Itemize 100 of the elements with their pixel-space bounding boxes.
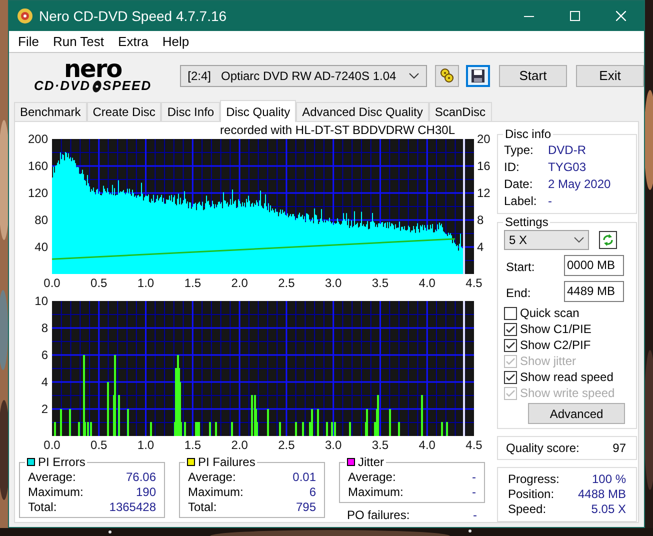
maximize-icon <box>570 11 580 21</box>
axis-tick-label: 3.5 <box>372 276 389 290</box>
group-title: Jitter <box>358 456 384 468</box>
stat-label: PO failures: <box>347 508 410 522</box>
window-title: Nero CD-DVD Speed 4.7.7.16 <box>39 6 227 26</box>
axis-tick-label: 4.0 <box>418 438 436 452</box>
axis-tick-label: 8 <box>477 213 484 227</box>
stat-value: 6 <box>309 485 316 500</box>
stat-value: 1365428 <box>109 500 156 515</box>
axis-tick-label: 4 <box>41 375 48 389</box>
axis-tick-label: 0.5 <box>90 438 108 452</box>
checkbox[interactable]: Quick scan <box>504 305 630 321</box>
start-button[interactable]: Start <box>499 65 567 87</box>
discs-button[interactable] <box>435 65 460 87</box>
stat-label: Maximum: <box>348 485 404 500</box>
tab[interactable]: Disc Quality <box>220 100 296 122</box>
axis-tick-label: 3.5 <box>372 438 389 452</box>
checkbox[interactable]: Show read speed <box>504 369 630 385</box>
axis-tick-label: 40 <box>34 240 48 254</box>
logo-wordmark: nero <box>64 59 122 79</box>
group-title: PI Errors <box>38 456 86 468</box>
axis-tick-label: 1.5 <box>184 276 201 290</box>
field-value: - <box>548 193 552 210</box>
axis-tick-label: 4 <box>477 240 484 254</box>
stat-label: Average: <box>188 470 236 485</box>
progress-value: 100 % <box>592 472 626 487</box>
field-label: End: <box>506 285 532 302</box>
axis-tick-label: 6 <box>41 348 48 362</box>
save-icon <box>471 69 486 83</box>
axis-tick-label: 16 <box>477 159 490 173</box>
axis-tick-label: 12 <box>477 186 490 200</box>
tab[interactable]: Disc Info <box>161 102 220 121</box>
stat-label: Average: <box>28 470 76 485</box>
axis-tick-label: 0.0 <box>44 438 60 452</box>
chevron-down-icon <box>409 73 420 79</box>
stat-value: 190 <box>136 485 156 500</box>
field-label: Type: <box>504 142 534 159</box>
checkbox[interactable]: Show C2/PIF <box>504 337 630 353</box>
axis-tick-label: 2.0 <box>231 438 248 452</box>
field-label: ID: <box>504 159 520 176</box>
quality-value: 97 <box>612 440 626 457</box>
field-value: DVD-R <box>548 142 586 159</box>
axis-tick-label: 0.0 <box>44 276 60 290</box>
save-button[interactable] <box>466 65 490 87</box>
tab[interactable]: Advanced Disc Quality <box>296 102 429 121</box>
chart-caption: recorded with HL-DT-ST BDDVDRW CH30L <box>220 124 455 136</box>
stat-label: Average: <box>348 470 396 485</box>
close-icon <box>616 11 626 21</box>
start-field[interactable]: 0000 MB <box>564 254 624 276</box>
field-value: 2 May 2020 <box>548 176 611 193</box>
group-title: Disc info <box>503 128 554 140</box>
disc-icon <box>17 8 33 24</box>
stat-label: Total: <box>28 500 57 515</box>
field-label: Start: <box>506 259 536 276</box>
stat-label: Total: <box>188 500 217 515</box>
speed-dropdown[interactable]: 5 X <box>504 230 589 250</box>
axis-tick-label: 200 <box>28 134 48 146</box>
exit-button[interactable]: Exit <box>576 65 644 87</box>
stat-value: - <box>472 485 476 500</box>
field-value: TYG03 <box>548 159 586 176</box>
progress-value: 4488 MB <box>578 487 626 502</box>
advanced-button[interactable]: Advanced <box>528 403 625 424</box>
discs-icon <box>439 68 456 84</box>
axis-tick-label: 160 <box>28 159 48 173</box>
axis-tick-label: 2.0 <box>231 276 248 290</box>
progress-label: Progress: <box>508 472 560 487</box>
axis-tick-label: 20 <box>477 134 490 146</box>
axis-tick-label: 3.0 <box>325 438 342 452</box>
chevron-down-icon <box>574 237 584 243</box>
axis-tick-label: 1.0 <box>137 276 154 290</box>
refresh-button[interactable] <box>599 231 617 249</box>
logo-text: SPEED <box>102 79 152 93</box>
end-field[interactable]: 4489 MB <box>564 280 624 302</box>
menu-item[interactable]: Extra <box>111 32 156 52</box>
tab[interactable]: ScanDisc <box>428 102 492 121</box>
axis-tick-label: 3.0 <box>325 276 342 290</box>
field-label: Label: <box>504 193 538 210</box>
stat-label: Maximum: <box>188 485 244 500</box>
axis-tick-label: 120 <box>28 186 48 200</box>
axis-tick-label: 0.5 <box>90 276 108 290</box>
axis-tick-label: 4.0 <box>418 276 436 290</box>
stat-value: 795 <box>296 500 316 515</box>
logo-text: CD·DVD <box>34 79 91 93</box>
menu-item[interactable]: Help <box>155 32 196 52</box>
axis-tick-label: 1.5 <box>184 438 201 452</box>
checkbox[interactable]: Show C1/PIE <box>504 321 630 337</box>
axis-tick-label: 2 <box>41 402 48 416</box>
menu-item[interactable]: Run Test <box>46 32 112 52</box>
tab[interactable]: Create Disc <box>86 102 162 121</box>
progress-label: Speed: <box>508 502 546 517</box>
drive-dropdown[interactable]: [2:4] Optiarc DVD RW AD-7240S 1.04 <box>180 65 428 87</box>
stat-value: - <box>473 508 477 522</box>
tab[interactable]: Benchmark <box>14 102 87 121</box>
axis-tick-label: 2.5 <box>278 276 295 290</box>
axis-tick-label: 4.5 <box>466 438 482 452</box>
axis-tick-label: 80 <box>34 213 48 227</box>
stat-value: 76.06 <box>126 470 156 485</box>
menu-item[interactable]: File <box>11 32 46 52</box>
disc-icon <box>90 80 103 92</box>
axis-tick-label: 8 <box>41 321 48 335</box>
